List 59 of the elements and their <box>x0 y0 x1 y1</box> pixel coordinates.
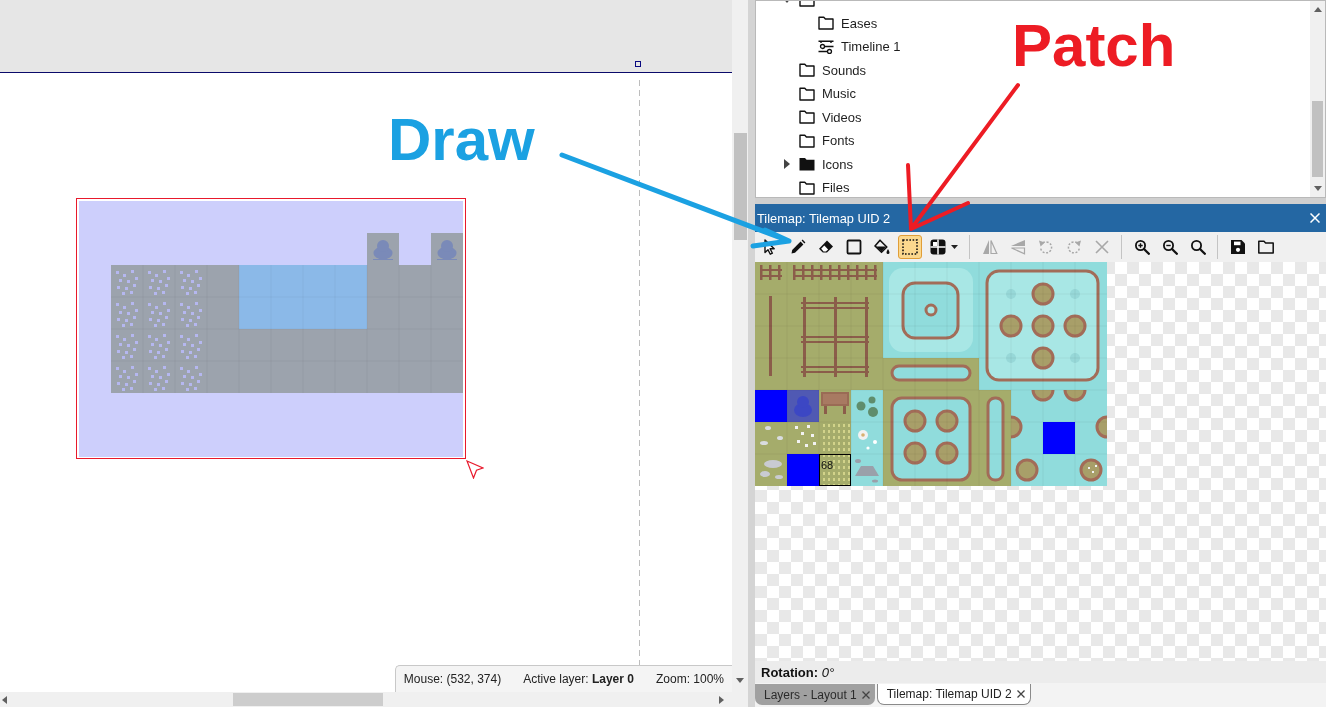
zoom-level-text: Zoom: 100% <box>655 672 724 686</box>
tile-id-label: 68 <box>820 459 834 471</box>
filled-folder-icon <box>799 157 815 172</box>
scrollbar-thumb[interactable] <box>1312 101 1323 177</box>
rotate-right-icon <box>1066 239 1082 255</box>
tree-item[interactable]: Music <box>799 86 856 102</box>
folder-icon <box>1258 239 1274 255</box>
folder-icon <box>799 86 815 101</box>
tileset-drawing[interactable] <box>755 262 1107 486</box>
pointer-icon <box>762 239 778 255</box>
close-icon[interactable] <box>1016 690 1025 698</box>
tree-item[interactable]: Eases <box>818 15 878 31</box>
cross-icon <box>1094 239 1110 255</box>
pencil-icon <box>790 239 806 255</box>
right-arrow-icon[interactable] <box>719 695 724 704</box>
tree-item[interactable]: Sounds <box>799 62 867 78</box>
annotation-label: Patch <box>1012 16 1176 76</box>
resize-handle[interactable] <box>635 61 641 67</box>
cursor-arrow-icon <box>466 460 484 479</box>
tree-item[interactable]: Icons <box>799 156 854 172</box>
down-arrow-icon[interactable] <box>736 678 744 683</box>
close-icon <box>1310 213 1320 223</box>
folder-icon <box>799 133 815 148</box>
dotted-square-icon <box>902 239 918 255</box>
flip-horizontal-icon <box>982 239 998 255</box>
mouse-position-text: Mouse: (532, 374) <box>403 672 502 686</box>
rotate-left-icon <box>1038 239 1054 255</box>
square-icon <box>846 239 862 255</box>
paint-bucket-icon <box>874 239 890 255</box>
up-arrow-icon[interactable] <box>1313 7 1322 12</box>
annotation-label: Draw <box>388 110 535 170</box>
left-arrow-icon[interactable] <box>2 695 7 704</box>
zoom-in-icon <box>1134 239 1150 255</box>
zoom-out-icon <box>1162 239 1178 255</box>
tree-item[interactable]: Videos <box>799 109 862 125</box>
active-layer-text: Active layer: Layer 0 <box>523 672 634 686</box>
close-button[interactable] <box>1310 213 1320 223</box>
timeline-icon <box>818 39 834 54</box>
tab[interactable]: Tilemap: Tilemap UID 2 <box>876 684 1031 705</box>
expander-arrow-icon[interactable] <box>784 159 790 170</box>
tab[interactable]: Layers - Layout 1 <box>755 684 875 705</box>
rotation-text: Rotation: 0° <box>761 664 835 680</box>
tree-item[interactable]: Timeline 1 <box>818 39 901 55</box>
flip-vertical-icon <box>1010 239 1026 255</box>
scrollbar-thumb[interactable] <box>733 133 747 240</box>
eraser-icon <box>818 239 834 255</box>
down-arrow-icon[interactable] <box>1313 186 1322 191</box>
folder-icon <box>818 16 834 31</box>
save-icon <box>1230 239 1246 255</box>
folder-icon <box>799 63 815 78</box>
patch-tool-button[interactable] <box>898 235 922 259</box>
scrollbar-thumb[interactable] <box>233 693 383 706</box>
grid-icon <box>930 239 946 255</box>
folder-icon <box>799 180 815 195</box>
magnifier-icon <box>1190 239 1206 255</box>
folder-icon <box>799 110 815 125</box>
tree-item[interactable]: Fonts <box>799 133 855 149</box>
panel-title: Tilemap: Tilemap UID 2 <box>757 210 891 226</box>
tree-item[interactable]: Files <box>799 180 850 196</box>
